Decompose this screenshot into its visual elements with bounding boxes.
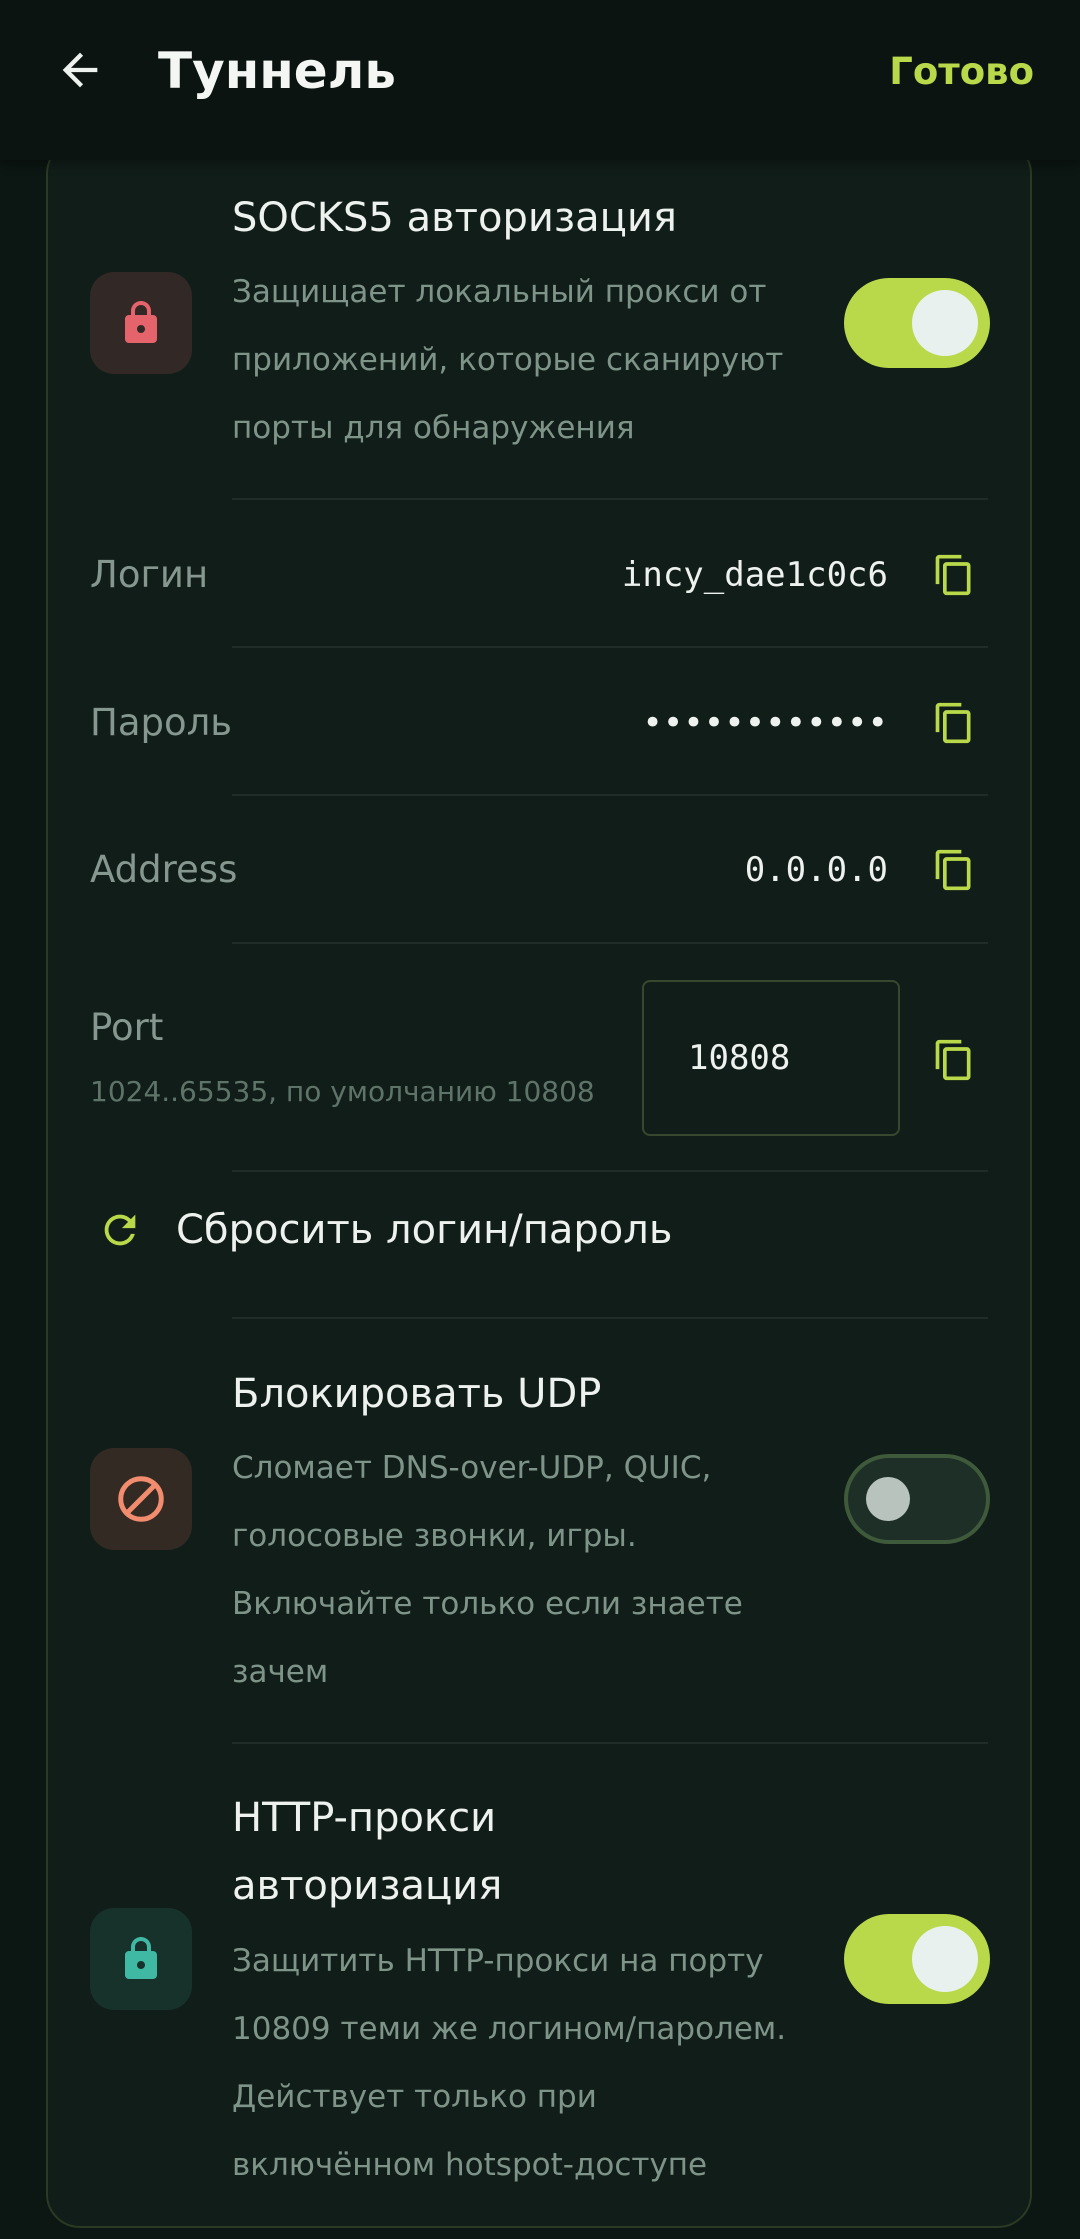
socks5-desc-line: Защищает локальный прокси от: [232, 274, 767, 310]
http-proxy-desc-line: 10809 теми же логином/паролем.: [232, 2011, 787, 2047]
http-proxy-toggle[interactable]: [844, 1914, 990, 2004]
divider: [232, 498, 988, 500]
toggle-knob: [912, 1926, 978, 1992]
divider: [232, 1742, 988, 1744]
divider: [232, 794, 988, 796]
socks5-description: Защищает локальный прокси от приложений,…: [232, 258, 832, 462]
arrow-left-icon: [62, 52, 98, 88]
lock-icon: [125, 1937, 157, 1979]
socks5-desc-line: приложений, которые сканируют: [232, 342, 784, 378]
http-proxy-title: HTTP-прокси авторизация: [232, 1784, 792, 1920]
block-udp-desc-line: голосовые звонки, игры.: [232, 1518, 637, 1554]
block-udp-desc-line: Сломает DNS-over-UDP, QUIC,: [232, 1450, 712, 1486]
block-udp-desc-line: Включайте только если знаете: [232, 1586, 743, 1622]
block-udp-icon-tile: [90, 1448, 192, 1550]
address-label: Address: [90, 848, 238, 891]
socks5-toggle[interactable]: [844, 278, 990, 368]
reset-label: Сбросить логин/пароль: [176, 1207, 673, 1253]
reset-credentials-button[interactable]: Сбросить логин/пароль: [48, 1174, 1030, 1286]
http-proxy-desc-line: Действует только при: [232, 2079, 597, 2115]
address-value: 0.0.0.0: [744, 850, 888, 890]
copy-login-button[interactable]: [928, 547, 980, 603]
settings-card: SOCKS5 авторизация Защищает локальный пр…: [46, 140, 1032, 2228]
divider: [232, 942, 988, 944]
divider: [232, 1317, 988, 1319]
http-proxy-title-line: HTTP-прокси: [232, 1795, 497, 1841]
http-proxy-description: Защитить HTTP-прокси на порту 10809 теми…: [232, 1927, 832, 2199]
done-button[interactable]: Готово: [889, 44, 1034, 100]
socks5-icon-tile: [90, 272, 192, 374]
copy-icon: [935, 702, 971, 744]
password-label: Пароль: [90, 701, 233, 744]
login-label: Логин: [90, 553, 209, 596]
password-value: ••••••••••••: [642, 703, 888, 743]
page-title: Туннель: [158, 42, 396, 100]
block-udp-title: Блокировать UDP: [232, 1371, 602, 1417]
block-udp-toggle[interactable]: [844, 1454, 990, 1544]
copy-icon: [935, 1039, 971, 1081]
http-proxy-title-line: авторизация: [232, 1863, 503, 1909]
login-value: incy_dae1c0c6: [621, 555, 888, 595]
back-button[interactable]: [48, 38, 112, 102]
divider: [232, 1170, 988, 1172]
block-icon: [118, 1476, 164, 1522]
toggle-knob: [866, 1477, 910, 1521]
block-udp-desc-line: зачем: [232, 1654, 329, 1690]
http-proxy-desc-line: включённом hotspot-доступе: [232, 2147, 708, 2183]
copy-address-button[interactable]: [928, 842, 980, 898]
socks5-desc-line: порты для обнаружения: [232, 410, 635, 446]
copy-icon: [935, 554, 971, 596]
http-proxy-desc-line: Защитить HTTP-прокси на порту: [232, 1943, 764, 1979]
refresh-icon: [94, 1204, 146, 1256]
port-label: Port: [90, 1006, 164, 1049]
copy-icon: [935, 849, 971, 891]
toggle-knob: [912, 290, 978, 356]
top-app-bar: Туннель Готово: [0, 0, 1080, 160]
copy-port-button[interactable]: [928, 1032, 980, 1088]
lock-icon: [125, 301, 157, 343]
http-proxy-icon-tile: [90, 1908, 192, 2010]
block-udp-description: Сломает DNS-over-UDP, QUIC, голосовые зв…: [232, 1434, 832, 1706]
port-input[interactable]: [642, 980, 900, 1136]
copy-password-button[interactable]: [928, 695, 980, 751]
divider: [232, 646, 988, 648]
socks5-title: SOCKS5 авторизация: [232, 195, 677, 241]
port-hint: 1024..65535, по умолчанию 10808: [90, 1075, 595, 1108]
